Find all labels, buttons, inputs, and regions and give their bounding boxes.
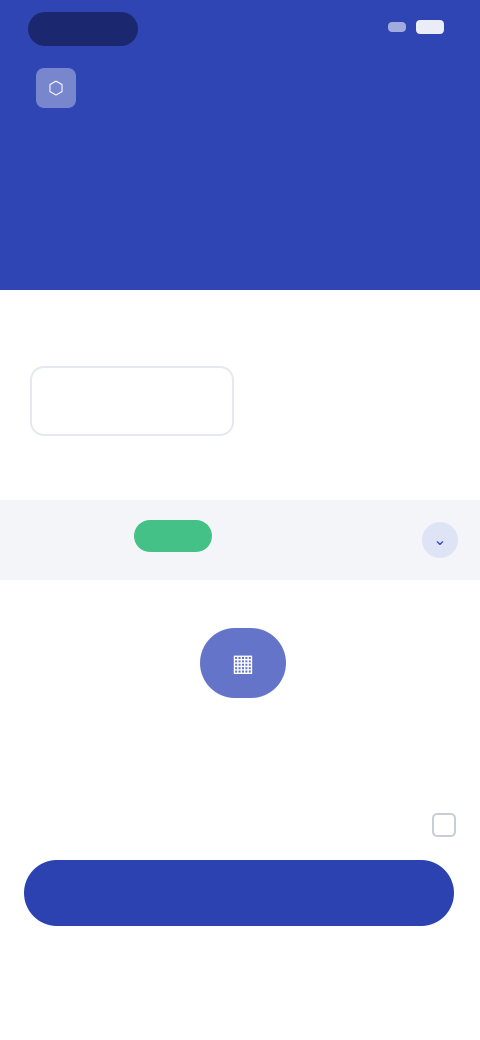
plan-badge — [134, 520, 212, 552]
terms-checkbox[interactable] — [432, 813, 456, 837]
status-icons — [388, 20, 444, 34]
scan-icon[interactable]: ▦ — [200, 628, 286, 698]
chevron-down-icon[interactable]: ⌄ — [422, 522, 458, 558]
logo-icon[interactable]: ⬡ — [36, 68, 76, 108]
primary-cta-button[interactable] — [24, 860, 454, 926]
signal-icon — [388, 22, 406, 32]
battery-icon — [416, 20, 444, 34]
terms-row[interactable] — [36, 810, 456, 840]
input-field[interactable] — [30, 366, 234, 436]
hero-banner: ⬡ — [0, 0, 480, 300]
form-card: ⌄ ▦ — [0, 290, 480, 1040]
plan-selector[interactable]: ⌄ — [0, 500, 480, 580]
status-pill — [28, 12, 138, 46]
